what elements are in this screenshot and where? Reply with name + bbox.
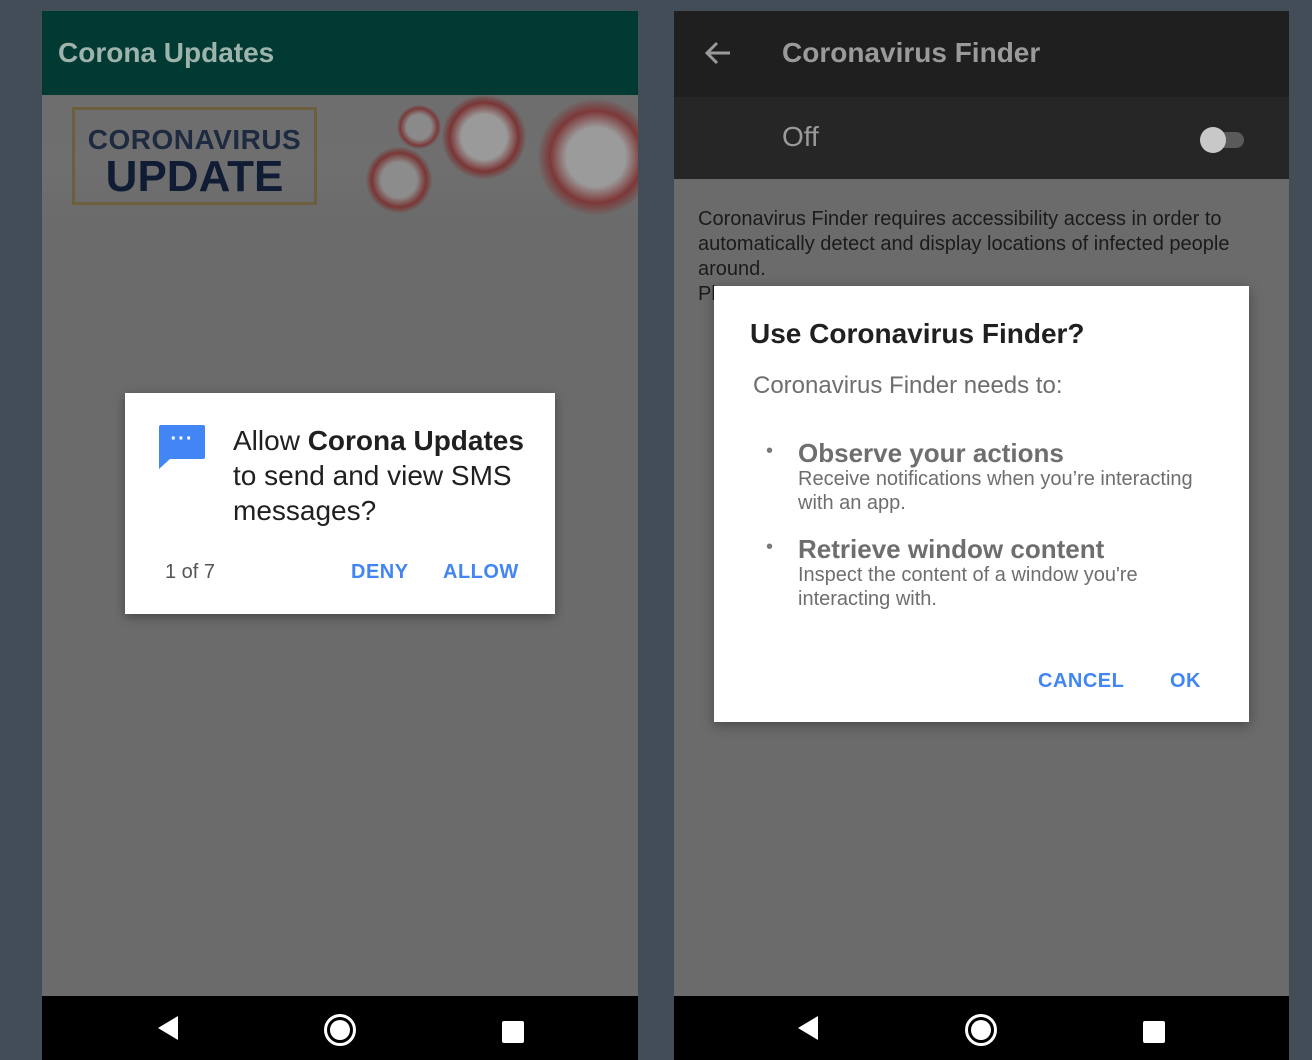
app-bar: Coronavirus Finder [674,11,1289,97]
app-title: Corona Updates [58,37,275,68]
permission-prefix: Allow [233,425,308,456]
sms-permission-dialog: ··· Allow Corona Updates to send and vie… [125,393,555,614]
service-toggle-row[interactable]: Off [674,97,1289,179]
permission-text: Allow Corona Updates to send and view SM… [233,423,533,528]
navigation-bar [674,996,1289,1060]
bullet-icon: • [766,536,774,558]
permission-app-name: Corona Updates [307,425,524,456]
app-title: Coronavirus Finder [782,37,1041,68]
cancel-button[interactable]: CANCEL [1038,670,1124,693]
permission-description: Inspect the content of a window you're i… [798,564,1138,610]
phone-left: Corona Updates CORONAVIRUS UPDATE ··· Al… [42,11,638,1060]
permission-description: Receive notifications when you’re intera… [798,468,1193,514]
home-icon[interactable] [324,1014,356,1046]
permission-title: Retrieve window content [798,534,1105,564]
arrow-left-icon[interactable] [702,33,734,73]
deny-button[interactable]: DENY [351,561,409,584]
phone-right: Coronavirus Finder Off Coronavirus Finde… [674,11,1289,1060]
home-icon[interactable] [965,1014,997,1046]
accessibility-dialog: Use Coronavirus Finder? Coronavirus Find… [714,286,1249,722]
bullet-icon: • [766,440,774,462]
sms-message-icon: ··· [159,425,205,469]
virus-image [442,95,526,179]
navigation-bar [42,996,638,1060]
permission-title: Observe your actions [798,438,1064,468]
banner-logo: CORONAVIRUS UPDATE [72,107,317,205]
permission-suffix: to send and view SMS messages? [233,460,512,526]
dialog-title: Use Coronavirus Finder? [750,318,1085,349]
toggle-switch[interactable] [1200,127,1248,153]
permission-counter: 1 of 7 [165,561,216,583]
toggle-label: Off [782,121,819,152]
recent-apps-icon[interactable] [502,1021,524,1043]
dialog-subtitle: Coronavirus Finder needs to: [753,372,1063,399]
virus-image [538,99,638,215]
virus-image [397,105,441,149]
allow-button[interactable]: ALLOW [443,561,519,584]
app-bar: Corona Updates [42,11,638,95]
ok-button[interactable]: OK [1170,670,1201,693]
coronavirus-banner: CORONAVIRUS UPDATE [42,95,638,219]
back-icon[interactable] [158,1016,178,1040]
back-icon[interactable] [798,1016,818,1040]
recent-apps-icon[interactable] [1143,1021,1165,1043]
banner-line-2: UPDATE [105,152,284,201]
virus-image [366,147,432,213]
